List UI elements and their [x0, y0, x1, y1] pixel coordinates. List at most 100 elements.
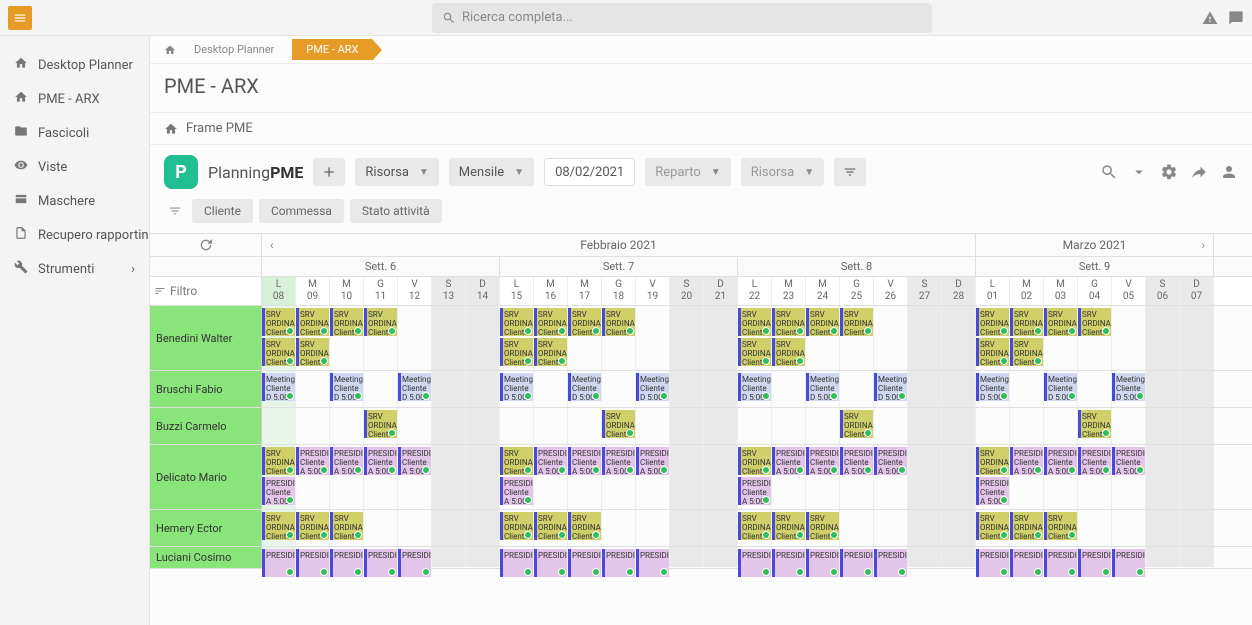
- task-block[interactable]: PRESIDI Cliente A 5:00: [568, 447, 601, 475]
- task-block[interactable]: SRV ORDINA Cliente: [568, 308, 601, 336]
- task-block[interactable]: PRESIDI Cliente A 5:00: [296, 447, 329, 475]
- task-block[interactable]: SRV ORDINA Cliente: [772, 338, 805, 366]
- prev-month[interactable]: ‹: [270, 238, 274, 252]
- task-block[interactable]: PRESIDI: [1112, 549, 1145, 577]
- task-block[interactable]: SRV ORDINA Cliente: [296, 338, 329, 366]
- task-block[interactable]: SRV ORDINA Cliente: [806, 308, 839, 336]
- resource-filter-input[interactable]: [170, 284, 230, 298]
- task-block[interactable]: SRV ORDINA Cliente: [262, 338, 295, 366]
- resource-name[interactable]: Bruschi Fabio: [150, 371, 262, 407]
- task-block[interactable]: SRV ORDINA Cliente: [500, 447, 533, 475]
- task-block[interactable]: PRESIDI Cliente A 5:00: [330, 447, 363, 475]
- planner-grid[interactable]: ‹Febbraio 2021Marzo 2021›Sett. 6Sett. 7S…: [150, 233, 1252, 625]
- task-block[interactable]: PRESIDI Cliente A 5:00: [738, 477, 771, 505]
- task-block[interactable]: PRESIDI: [398, 549, 431, 577]
- task-block[interactable]: PRESIDI Cliente A 5:00: [1044, 447, 1077, 475]
- task-block[interactable]: SRV ORDINA Cliente: [840, 308, 873, 336]
- task-block[interactable]: Meeting Cliente D 5:00: [1112, 373, 1145, 401]
- task-block[interactable]: Meeting Cliente D 5:00: [568, 373, 601, 401]
- task-block[interactable]: Meeting Cliente D 5:00: [262, 373, 295, 401]
- task-block[interactable]: SRV ORDINA Cliente: [500, 338, 533, 366]
- task-block[interactable]: PRESIDI Cliente A 5:00: [772, 447, 805, 475]
- task-block[interactable]: Meeting Cliente D 5:00: [330, 373, 363, 401]
- task-block[interactable]: SRV ORDINA Cliente: [1078, 410, 1111, 438]
- task-block[interactable]: Meeting Cliente D 5:00: [806, 373, 839, 401]
- task-block[interactable]: PRESIDI Cliente A 5:00: [500, 477, 533, 505]
- resource-name[interactable]: Buzzi Carmelo: [150, 408, 262, 444]
- warning-icon[interactable]: [1202, 10, 1218, 26]
- task-block[interactable]: Meeting Cliente D 5:00: [500, 373, 533, 401]
- task-block[interactable]: PRESIDI: [602, 549, 635, 577]
- task-block[interactable]: SRV ORDINA Cliente: [262, 447, 295, 475]
- task-block[interactable]: SRV ORDINA Cliente: [976, 338, 1009, 366]
- task-block[interactable]: SRV ORDINA Cliente: [262, 308, 295, 336]
- breadcrumb-item[interactable]: Desktop Planner: [194, 43, 274, 56]
- user-icon[interactable]: [1220, 163, 1238, 181]
- task-block[interactable]: PRESIDI: [296, 549, 329, 577]
- task-block[interactable]: SRV ORDINA Cliente: [364, 308, 397, 336]
- task-block[interactable]: SRV ORDINA Cliente: [1044, 512, 1077, 540]
- task-block[interactable]: SRV ORDINA Cliente: [500, 308, 533, 336]
- task-block[interactable]: SRV ORDINA Cliente: [364, 410, 397, 438]
- date-picker[interactable]: 08/02/2021: [544, 158, 635, 186]
- task-block[interactable]: PRESIDI: [772, 549, 805, 577]
- task-block[interactable]: PRESIDI Cliente A 5:00: [1010, 447, 1043, 475]
- resource-select[interactable]: Risorsa▼: [741, 158, 824, 186]
- task-block[interactable]: Meeting Cliente D 5:00: [976, 373, 1009, 401]
- task-block[interactable]: SRV ORDINA Cliente: [1078, 308, 1111, 336]
- task-block[interactable]: SRV ORDINA Cliente: [1010, 308, 1043, 336]
- task-block[interactable]: SRV ORDINA Cliente: [840, 410, 873, 438]
- task-block[interactable]: SRV ORDINA Cliente: [568, 512, 601, 540]
- resource-name[interactable]: Delicato Mario: [150, 445, 262, 509]
- task-block[interactable]: PRESIDI Cliente A 5:00: [398, 447, 431, 475]
- task-block[interactable]: PRESIDI Cliente A 5:00: [874, 447, 907, 475]
- task-block[interactable]: SRV ORDINA Cliente: [602, 308, 635, 336]
- refresh-button[interactable]: [150, 234, 262, 256]
- task-block[interactable]: SRV ORDINA Cliente: [1044, 308, 1077, 336]
- task-block[interactable]: SRV ORDINA Cliente: [772, 512, 805, 540]
- task-block[interactable]: PRESIDI Cliente A 5:00: [806, 447, 839, 475]
- task-block[interactable]: SRV ORDINA Cliente: [534, 512, 567, 540]
- task-block[interactable]: PRESIDI Cliente A 5:00: [636, 447, 669, 475]
- sidebar-item-5[interactable]: Recupero rapportini P...: [0, 218, 149, 252]
- task-block[interactable]: Meeting Cliente D 5:00: [398, 373, 431, 401]
- search-icon[interactable]: [1100, 163, 1118, 181]
- task-block[interactable]: SRV ORDINA Cliente: [296, 308, 329, 336]
- resource-name[interactable]: Benedini Walter: [150, 306, 262, 370]
- home-icon[interactable]: [164, 44, 176, 56]
- task-block[interactable]: PRESIDI: [568, 549, 601, 577]
- task-block[interactable]: PRESIDI: [1044, 549, 1077, 577]
- filter-toggle[interactable]: [834, 158, 866, 186]
- task-block[interactable]: PRESIDI: [976, 549, 1009, 577]
- task-block[interactable]: PRESIDI Cliente A 5:00: [602, 447, 635, 475]
- hamburger-button[interactable]: [8, 6, 32, 30]
- chat-icon[interactable]: [1228, 10, 1244, 26]
- filter-chip-2[interactable]: Stato attività: [350, 199, 442, 223]
- sidebar-item-3[interactable]: Viste: [0, 150, 149, 184]
- task-block[interactable]: SRV ORDINA Cliente: [1010, 338, 1043, 366]
- task-block[interactable]: PRESIDI Cliente A 5:00: [534, 447, 567, 475]
- task-block[interactable]: SRV ORDINA Cliente: [330, 512, 363, 540]
- task-block[interactable]: Meeting Cliente D 5:00: [738, 373, 771, 401]
- sort-filter-corner[interactable]: [150, 277, 262, 305]
- task-block[interactable]: PRESIDI: [636, 549, 669, 577]
- resource-name[interactable]: Hemery Ector: [150, 510, 262, 546]
- task-block[interactable]: PRESIDI: [1010, 549, 1043, 577]
- task-block[interactable]: Meeting Cliente D 5:00: [1044, 373, 1077, 401]
- resource-name[interactable]: Luciani Cosimo: [150, 547, 262, 568]
- task-block[interactable]: SRV ORDINA Cliente: [976, 308, 1009, 336]
- global-search[interactable]: Ricerca completa...: [432, 3, 932, 33]
- task-block[interactable]: PRESIDI: [840, 549, 873, 577]
- sidebar-item-2[interactable]: Fascicoli: [0, 116, 149, 150]
- task-block[interactable]: SRV ORDINA Cliente: [1010, 512, 1043, 540]
- add-button[interactable]: [313, 158, 345, 186]
- gear-icon[interactable]: [1160, 163, 1178, 181]
- sidebar-item-6[interactable]: Strumenti›: [0, 252, 149, 286]
- task-block[interactable]: SRV ORDINA Cliente: [976, 447, 1009, 475]
- task-block[interactable]: SRV ORDINA Cliente: [262, 512, 295, 540]
- task-block[interactable]: PRESIDI: [1078, 549, 1111, 577]
- dimension-select[interactable]: Risorsa▼: [355, 158, 438, 186]
- task-block[interactable]: PRESIDI Cliente A 5:00: [364, 447, 397, 475]
- task-block[interactable]: SRV ORDINA Cliente: [602, 410, 635, 438]
- task-block[interactable]: SRV ORDINA Cliente: [534, 308, 567, 336]
